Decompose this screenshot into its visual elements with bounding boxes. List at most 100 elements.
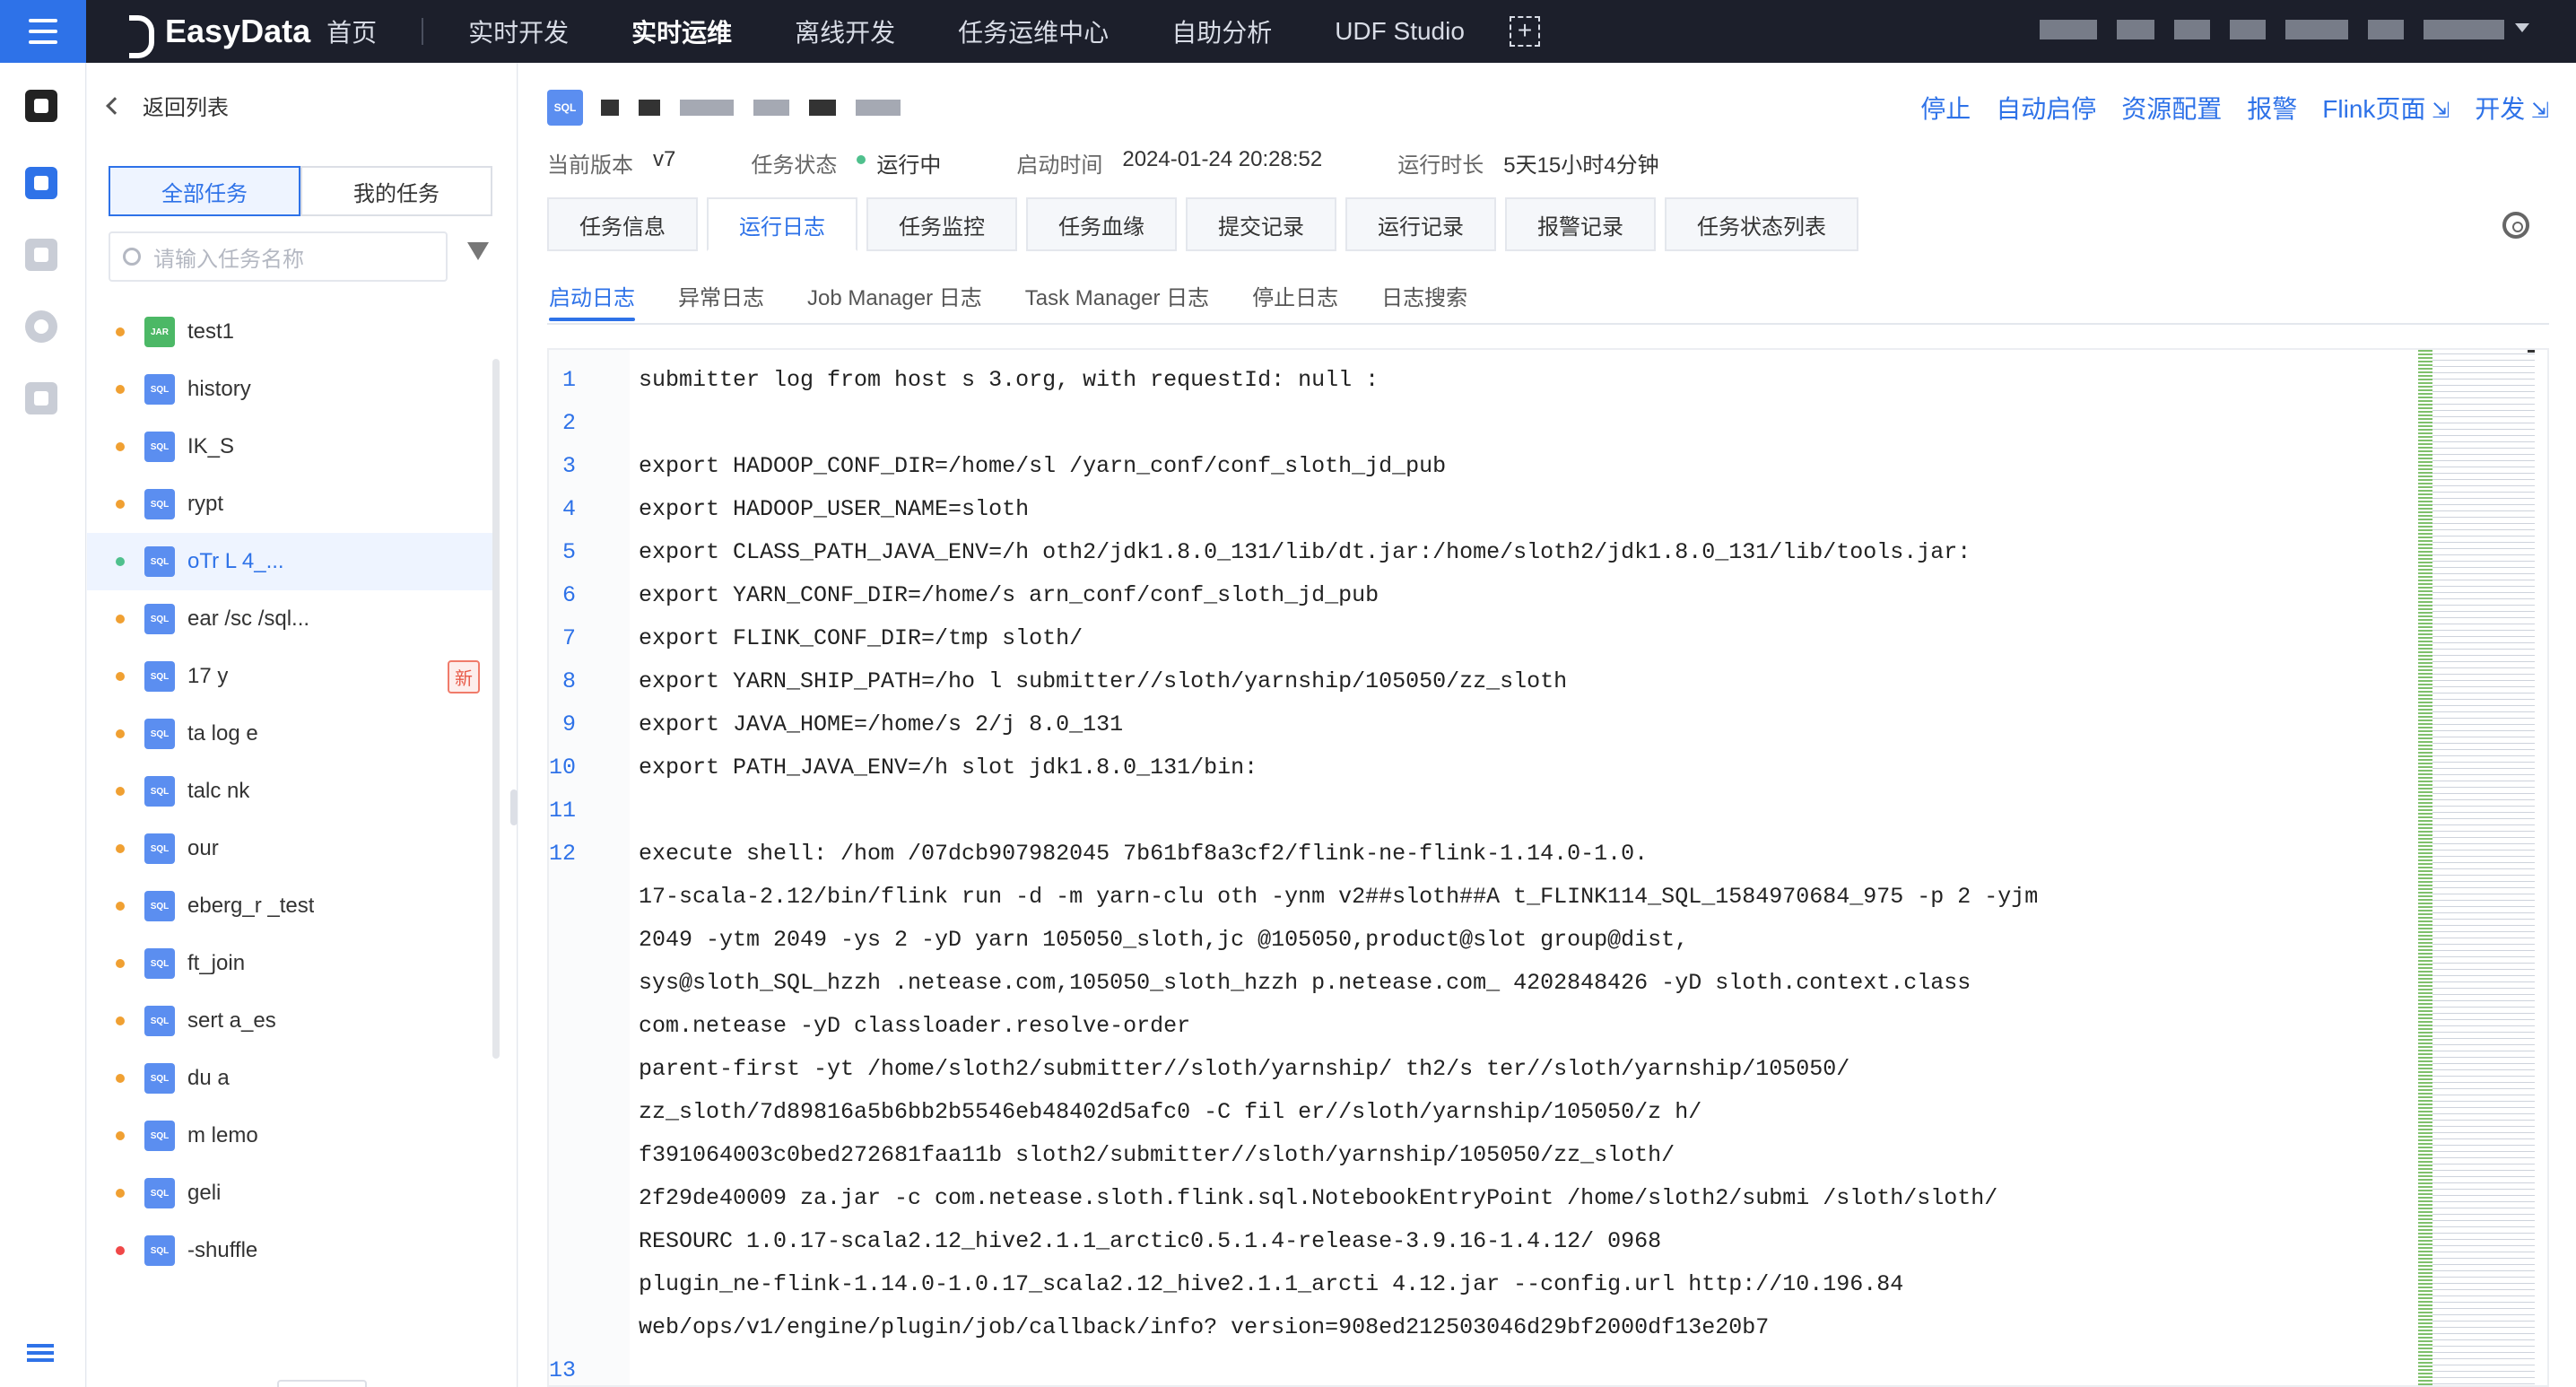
nav-item-0[interactable]: 首页 bbox=[326, 13, 377, 49]
minimap-thumb[interactable] bbox=[2528, 350, 2535, 353]
task-list-item[interactable]: SQL talc nk bbox=[87, 763, 496, 820]
status-dot bbox=[116, 902, 125, 911]
tab-1[interactable]: 运行日志 bbox=[707, 197, 857, 251]
action-4[interactable]: Flink页面 bbox=[2322, 90, 2450, 126]
task-list-scrollbar[interactable] bbox=[492, 359, 500, 1059]
subtab-0[interactable]: 启动日志 bbox=[549, 280, 635, 321]
nav-item-6[interactable]: UDF Studio bbox=[1335, 17, 1465, 46]
all-tasks-tab[interactable]: 全部任务 bbox=[109, 166, 300, 216]
line-text: export FLINK_CONF_DIR=/tmp sloth/ bbox=[639, 625, 1083, 651]
sidebar-resize-handle[interactable] bbox=[510, 789, 518, 825]
log-viewer[interactable]: 1 submitter log from host s 3.org, with r… bbox=[547, 348, 2549, 1387]
task-list-item[interactable]: SQL du a bbox=[87, 1050, 496, 1107]
tab-0[interactable]: 任务信息 bbox=[547, 197, 698, 251]
task-list-item[interactable]: SQL rypt bbox=[87, 475, 496, 533]
task-list-item[interactable]: SQL ta log e bbox=[87, 705, 496, 763]
line-number: 13 bbox=[549, 1357, 577, 1383]
task-list-item[interactable]: SQL eberg_r _test bbox=[87, 877, 496, 935]
line-text: export YARN_CONF_DIR=/home/s arn_conf/co… bbox=[639, 582, 1379, 608]
task-name: talc nk bbox=[187, 779, 250, 803]
nav-item-3[interactable]: 离线开发 bbox=[795, 13, 895, 49]
filter-icon[interactable] bbox=[467, 242, 489, 260]
collapse-menu-icon[interactable] bbox=[25, 1337, 57, 1369]
logo-mark-icon bbox=[129, 15, 156, 58]
action-3[interactable]: 报警 bbox=[2247, 90, 2297, 126]
task-list-item[interactable]: SQL 17 y 新 bbox=[87, 648, 496, 705]
task-name: ta log e bbox=[187, 721, 258, 746]
dashboard-icon[interactable] bbox=[25, 90, 57, 122]
log-subtabs: 启动日志 异常日志 Job Manager 日志 Task Manager 日志 停止日… bbox=[549, 280, 1510, 321]
action-2[interactable]: 资源配置 bbox=[2121, 90, 2222, 126]
back-to-list-link[interactable]: 返回列表 bbox=[106, 90, 229, 121]
task-name: IK_S bbox=[187, 434, 235, 458]
page-number-input[interactable] bbox=[277, 1380, 367, 1387]
nav-item-5[interactable]: 自助分析 bbox=[1171, 13, 1272, 49]
action-0[interactable]: 停止 bbox=[1920, 90, 1971, 126]
nav-item-2[interactable]: 实时运维 bbox=[631, 13, 732, 49]
line-text: 2f29de40009 za.jar -c com.netease.sloth.… bbox=[639, 1185, 1998, 1211]
tab-7[interactable]: 任务状态列表 bbox=[1665, 197, 1858, 251]
nav-item-1[interactable]: 实时开发 bbox=[468, 13, 569, 49]
nav-item-4[interactable]: 任务运维中心 bbox=[958, 13, 1109, 49]
gear-icon[interactable] bbox=[2502, 212, 2529, 239]
task-name: history bbox=[187, 377, 251, 401]
log-line: parent-first -yt /home/sloth2/submitter/… bbox=[549, 1048, 2343, 1091]
redacted-user-info bbox=[2117, 20, 2154, 39]
action-1[interactable]: 自动启停 bbox=[1996, 90, 2096, 126]
sql-task-icon: SQL bbox=[144, 948, 175, 979]
subtab-2[interactable]: Job Manager 日志 bbox=[807, 280, 982, 321]
tab-6[interactable]: 报警记录 bbox=[1505, 197, 1656, 251]
line-text: export PATH_JAVA_ENV=/h slot jdk1.8.0_13… bbox=[639, 755, 1258, 781]
subtab-4[interactable]: 停止日志 bbox=[1252, 280, 1338, 321]
task-name: m lemo bbox=[187, 1123, 258, 1147]
subtab-3[interactable]: Task Manager 日志 bbox=[1025, 280, 1209, 321]
subtab-5[interactable]: 日志搜索 bbox=[1381, 280, 1467, 321]
user-area[interactable] bbox=[2040, 20, 2504, 39]
redacted-title bbox=[753, 100, 789, 116]
line-number: 1 bbox=[561, 367, 576, 393]
line-text: export HADOOP_USER_NAME=sloth bbox=[639, 496, 1030, 522]
meta-value: 运行中 bbox=[876, 153, 942, 178]
subtab-1[interactable]: 异常日志 bbox=[678, 280, 764, 321]
sql-task-icon: SQL bbox=[144, 1121, 175, 1151]
task-list-item[interactable]: SQL ft_join bbox=[87, 935, 496, 992]
log-line: 13 bbox=[549, 1349, 2343, 1385]
task-list-item[interactable]: SQL m lemo bbox=[87, 1107, 496, 1165]
task-name: -shuffle bbox=[187, 1238, 258, 1262]
fullscreen-icon[interactable] bbox=[1509, 16, 1540, 47]
sql-task-icon: SQL bbox=[144, 1235, 175, 1266]
task-list-item[interactable]: SQL history bbox=[87, 361, 496, 418]
tab-2[interactable]: 任务监控 bbox=[866, 197, 1017, 251]
tab-3[interactable]: 任务血缘 bbox=[1026, 197, 1177, 251]
search-history-icon[interactable] bbox=[25, 310, 57, 343]
log-line: 9 export JAVA_HOME=/home/s 2/j 8.0_131 bbox=[549, 703, 2343, 746]
redacted-title bbox=[601, 100, 619, 116]
menu-icon[interactable] bbox=[0, 0, 86, 63]
task-list-item[interactable]: JAR test1 bbox=[87, 303, 496, 361]
task-list-item[interactable]: SQL sert a_es bbox=[87, 992, 496, 1050]
sql-task-icon: SQL bbox=[144, 891, 175, 921]
task-search-input[interactable]: 请输入任务名称 bbox=[109, 231, 448, 282]
task-list-item[interactable]: SQL oTr L 4_... bbox=[87, 533, 496, 590]
status-dot bbox=[116, 1246, 125, 1255]
task-list-item[interactable]: SQL IK_S bbox=[87, 418, 496, 475]
tab-4[interactable]: 提交记录 bbox=[1186, 197, 1336, 251]
task-list-item[interactable]: SQL our bbox=[87, 820, 496, 877]
log-minimap[interactable] bbox=[2418, 350, 2535, 1385]
task-list-item[interactable]: SQL ear /sc /sql... bbox=[87, 590, 496, 648]
user-dropdown-icon[interactable] bbox=[2515, 23, 2529, 32]
task-list-item[interactable]: SQL geli bbox=[87, 1165, 496, 1222]
log-line: 6 export YARN_CONF_DIR=/home/s arn_conf/c… bbox=[549, 574, 2343, 617]
action-5[interactable]: 开发 bbox=[2475, 90, 2549, 126]
tab-5[interactable]: 运行记录 bbox=[1345, 197, 1496, 251]
brand-logo[interactable]: EasyData bbox=[129, 13, 310, 58]
sql-task-icon: SQL bbox=[144, 604, 175, 634]
task-list-item[interactable]: SQL -shuffle bbox=[87, 1222, 496, 1279]
search-placeholder: 请输入任务名称 bbox=[153, 247, 304, 272]
my-tasks-tab[interactable]: 我的任务 bbox=[300, 166, 492, 216]
task-list-icon[interactable] bbox=[25, 167, 57, 199]
report-icon[interactable] bbox=[25, 382, 57, 414]
monitor-icon[interactable] bbox=[25, 239, 57, 271]
sql-task-icon: SQL bbox=[144, 374, 175, 405]
status-dot bbox=[116, 729, 125, 738]
